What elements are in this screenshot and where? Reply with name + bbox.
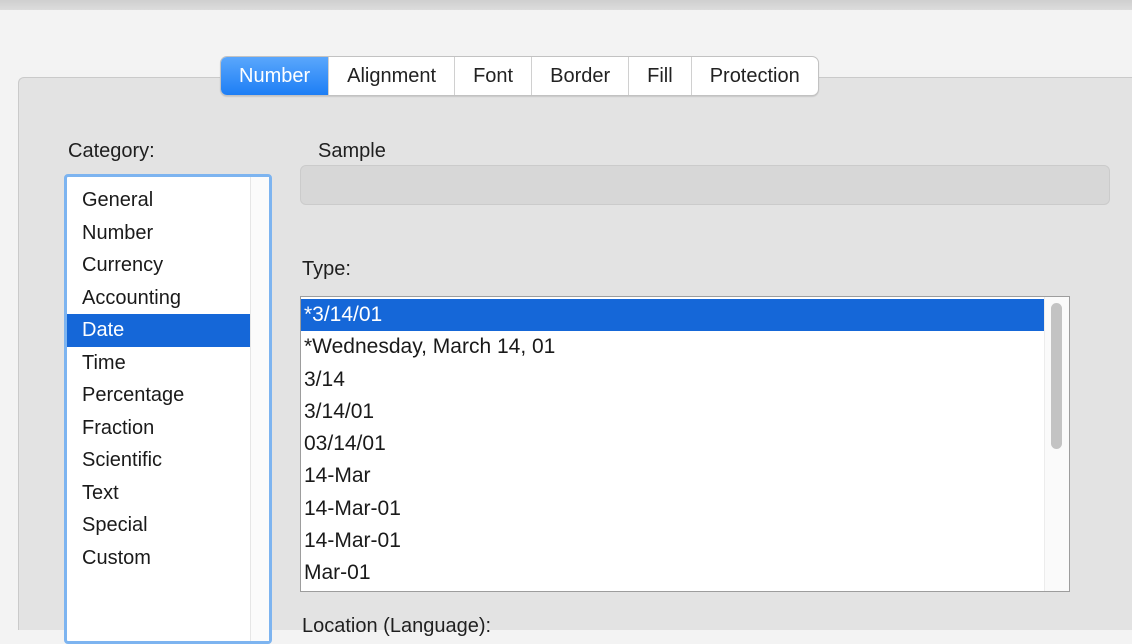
category-item-special[interactable]: Special — [67, 509, 251, 542]
type-item[interactable]: 14-Mar-01 — [301, 525, 1045, 557]
category-item-custom[interactable]: Custom — [67, 542, 251, 575]
type-item[interactable]: 3/14/01 — [301, 396, 1045, 428]
tab-protection[interactable]: Protection — [690, 57, 818, 95]
category-list[interactable]: General Number Currency Accounting Date … — [64, 174, 272, 644]
type-item[interactable]: *Wednesday, March 14, 01 — [301, 331, 1045, 363]
type-item[interactable]: Mar-01 — [301, 557, 1045, 589]
sample-preview — [300, 165, 1110, 205]
window-top-edge — [0, 0, 1132, 10]
tab-number[interactable]: Number — [221, 57, 329, 95]
category-item-date[interactable]: Date — [67, 314, 251, 347]
format-tab-bar: Number Alignment Font Border Fill Protec… — [220, 56, 819, 96]
location-language-label: Location (Language): — [302, 615, 492, 637]
category-item-general[interactable]: General — [67, 184, 251, 217]
type-scrollbar-thumb[interactable] — [1051, 303, 1062, 449]
type-item[interactable]: 3/14 — [301, 364, 1045, 396]
type-list[interactable]: *3/14/01 *Wednesday, March 14, 01 3/14 3… — [300, 296, 1070, 592]
category-item-accounting[interactable]: Accounting — [67, 282, 251, 315]
tab-font[interactable]: Font — [454, 57, 531, 95]
type-item[interactable]: 14-Mar-01 — [301, 493, 1045, 525]
type-item[interactable]: 14-Mar — [301, 460, 1045, 492]
type-item[interactable]: 03/14/01 — [301, 428, 1045, 460]
category-item-fraction[interactable]: Fraction — [67, 412, 251, 445]
category-item-text[interactable]: Text — [67, 477, 251, 510]
category-item-scientific[interactable]: Scientific — [67, 444, 251, 477]
type-scrollbar[interactable] — [1044, 297, 1069, 591]
type-label: Type: — [302, 258, 351, 280]
category-item-percentage[interactable]: Percentage — [67, 379, 251, 412]
category-scrollbar[interactable] — [250, 177, 269, 641]
tab-fill[interactable]: Fill — [628, 57, 691, 95]
category-item-time[interactable]: Time — [67, 347, 251, 380]
tab-alignment[interactable]: Alignment — [328, 57, 454, 95]
sample-label: Sample — [318, 140, 386, 162]
category-item-number[interactable]: Number — [67, 217, 251, 250]
tab-border[interactable]: Border — [531, 57, 628, 95]
type-item[interactable]: *3/14/01 — [301, 299, 1045, 332]
category-item-currency[interactable]: Currency — [67, 249, 251, 282]
category-label: Category: — [68, 140, 155, 162]
